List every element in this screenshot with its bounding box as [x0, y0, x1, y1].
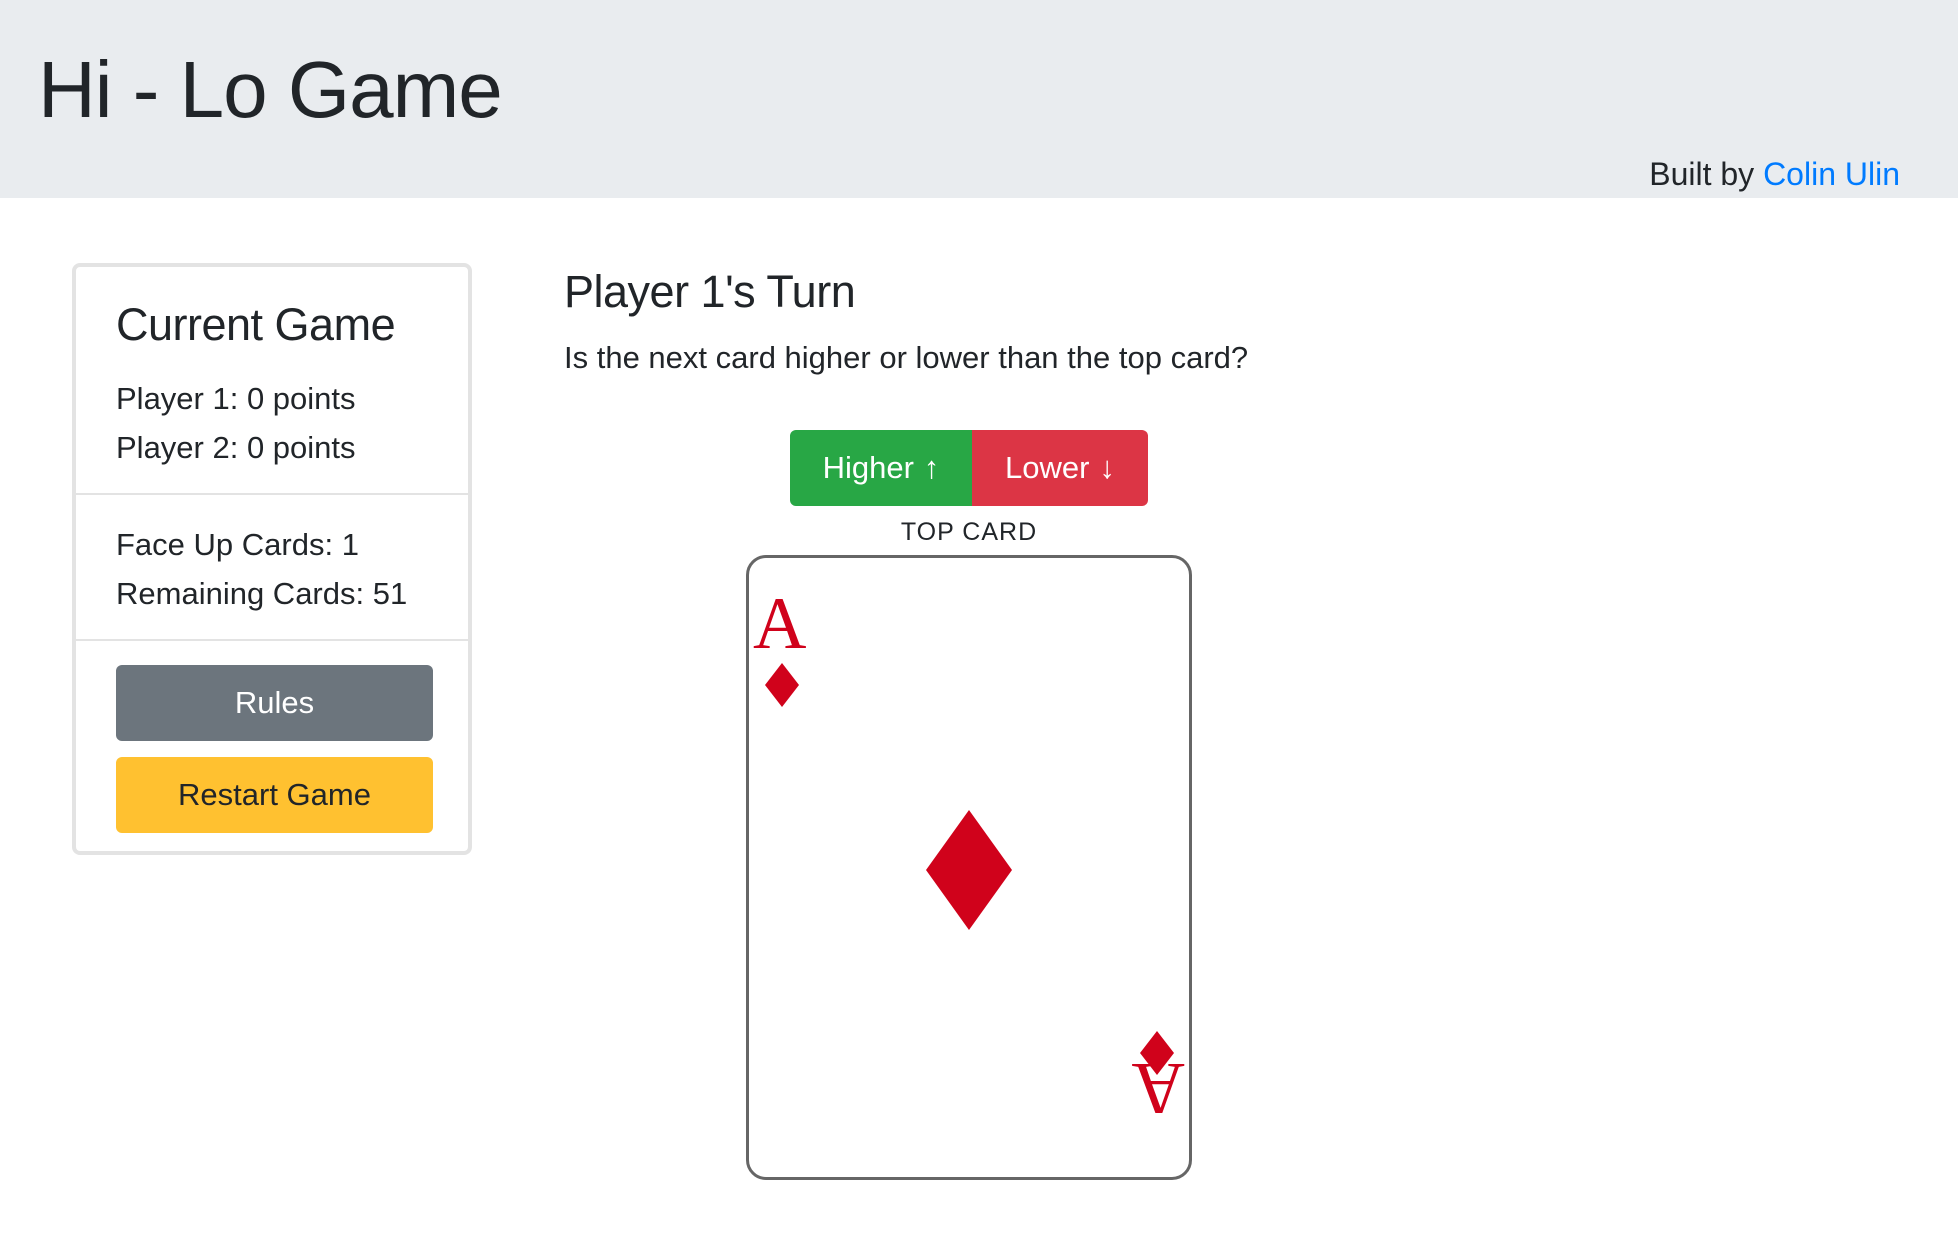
diamond-suit-icon	[765, 663, 799, 707]
player-1-score: Player 1: 0 points	[116, 381, 356, 416]
top-card: A A	[746, 555, 1192, 1180]
current-game-heading: Current Game	[116, 299, 396, 350]
player-2-score: Player 2: 0 points	[116, 430, 356, 465]
guess-button-group: Higher ↑ Lower ↓	[790, 430, 1148, 506]
lower-button[interactable]: Lower ↓	[972, 430, 1148, 506]
card-rank-bottom-group: A	[1132, 1047, 1185, 1129]
face-up-cards-count: Face Up Cards: 1	[116, 527, 359, 562]
arrow-up-icon: ↑	[923, 450, 940, 485]
credit-line: Built by Colin Ulin	[1649, 154, 1900, 194]
guess-prompt: Is the next card higher or lower than th…	[564, 340, 1249, 375]
panel-divider	[76, 493, 468, 495]
lower-label: Lower	[1005, 450, 1090, 485]
author-link[interactable]: Colin Ulin	[1763, 156, 1900, 192]
card-rank-top: A	[753, 583, 806, 665]
current-game-panel: Current Game Player 1: 0 points Player 2…	[72, 263, 472, 855]
restart-game-button[interactable]: Restart Game	[116, 757, 433, 833]
higher-label: Higher	[822, 450, 914, 485]
higher-button[interactable]: Higher ↑	[790, 430, 972, 506]
header-banner: Hi - Lo Game Built by Colin Ulin	[0, 0, 1958, 198]
arrow-down-icon: ↓	[1099, 450, 1115, 485]
turn-heading: Player 1's Turn	[564, 266, 856, 317]
ace-of-diamonds-card-face: A A	[753, 583, 1185, 1129]
app-title: Hi - Lo Game	[38, 45, 503, 134]
panel-divider	[76, 639, 468, 641]
remaining-cards-count: Remaining Cards: 51	[116, 576, 408, 611]
card-rank-bottom: A	[1132, 1047, 1185, 1129]
rules-button[interactable]: Rules	[116, 665, 433, 741]
diamond-suit-icon	[926, 810, 1012, 930]
credit-prefix: Built by	[1649, 156, 1764, 192]
top-card-label: TOP CARD	[900, 518, 1038, 546]
